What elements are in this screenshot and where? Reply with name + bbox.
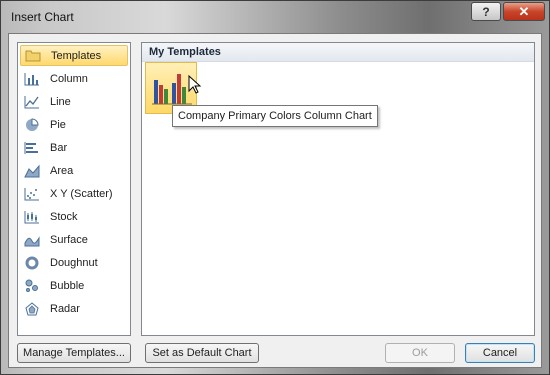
sidebar-item-bar[interactable]: Bar bbox=[20, 137, 128, 158]
pie-chart-icon bbox=[24, 117, 40, 132]
sidebar-item-doughnut[interactable]: Doughnut bbox=[20, 252, 128, 273]
sidebar-item-label: Stock bbox=[50, 210, 78, 223]
sidebar-item-label: Surface bbox=[50, 233, 88, 246]
sidebar-item-column[interactable]: Column bbox=[20, 68, 128, 89]
sidebar-item-label: X Y (Scatter) bbox=[50, 187, 113, 200]
column-chart-icon bbox=[24, 72, 40, 86]
set-default-chart-button[interactable]: Set as Default Chart bbox=[145, 343, 259, 363]
sidebar-item-label: Radar bbox=[50, 302, 80, 315]
title-bar[interactable]: Insert Chart ? ✕ bbox=[1, 1, 549, 33]
help-button[interactable]: ? bbox=[471, 2, 501, 21]
sidebar-item-label: Pie bbox=[50, 118, 66, 131]
close-button[interactable]: ✕ bbox=[503, 2, 545, 21]
dialog-title: Insert Chart bbox=[11, 10, 74, 24]
folder-icon bbox=[25, 49, 41, 63]
sidebar-item-templates[interactable]: Templates bbox=[20, 45, 128, 66]
dialog-body: Templates Column Line Pie Bar Area X Y (… bbox=[8, 33, 542, 368]
sidebar-item-stock[interactable]: Stock bbox=[20, 206, 128, 227]
sidebar-item-pie[interactable]: Pie bbox=[20, 114, 128, 135]
doughnut-chart-icon bbox=[24, 256, 40, 270]
stock-chart-icon bbox=[24, 210, 40, 224]
template-tooltip: Company Primary Colors Column Chart bbox=[172, 105, 378, 127]
sidebar-item-area[interactable]: Area bbox=[20, 160, 128, 181]
sidebar-item-label: Area bbox=[50, 164, 74, 177]
sidebar-item-label: Line bbox=[50, 95, 71, 108]
sidebar-item-scatter[interactable]: X Y (Scatter) bbox=[20, 183, 128, 204]
sidebar-item-label: Bar bbox=[50, 141, 68, 154]
area-chart-icon bbox=[24, 164, 40, 178]
sidebar-item-line[interactable]: Line bbox=[20, 91, 128, 112]
surface-chart-icon bbox=[24, 233, 40, 247]
sidebar-item-label: Templates bbox=[51, 49, 102, 62]
templates-panel: My Templates Company Primary Colors Colu… bbox=[141, 42, 535, 336]
section-header: My Templates bbox=[142, 43, 534, 62]
scatter-chart-icon bbox=[24, 187, 40, 201]
ok-button[interactable]: OK bbox=[385, 343, 455, 363]
section-title: My Templates bbox=[149, 46, 221, 58]
manage-templates-button[interactable]: Manage Templates... bbox=[17, 343, 131, 363]
bubble-chart-icon bbox=[24, 279, 40, 293]
line-chart-icon bbox=[24, 95, 40, 109]
sidebar-item-surface[interactable]: Surface bbox=[20, 229, 128, 250]
sidebar-item-label: Column bbox=[50, 72, 88, 85]
radar-chart-icon bbox=[24, 301, 40, 316]
sidebar-item-label: Doughnut bbox=[50, 256, 98, 269]
bar-chart-icon bbox=[24, 141, 40, 155]
sidebar-item-bubble[interactable]: Bubble bbox=[20, 275, 128, 296]
mouse-cursor-icon bbox=[188, 74, 202, 98]
cancel-button[interactable]: Cancel bbox=[465, 343, 535, 363]
sidebar-item-radar[interactable]: Radar bbox=[20, 298, 128, 319]
sidebar-item-label: Bubble bbox=[50, 279, 85, 292]
chart-type-list: Templates Column Line Pie Bar Area X Y (… bbox=[17, 42, 131, 336]
insert-chart-dialog: Insert Chart ? ✕ Templates Column Line P… bbox=[0, 0, 550, 375]
